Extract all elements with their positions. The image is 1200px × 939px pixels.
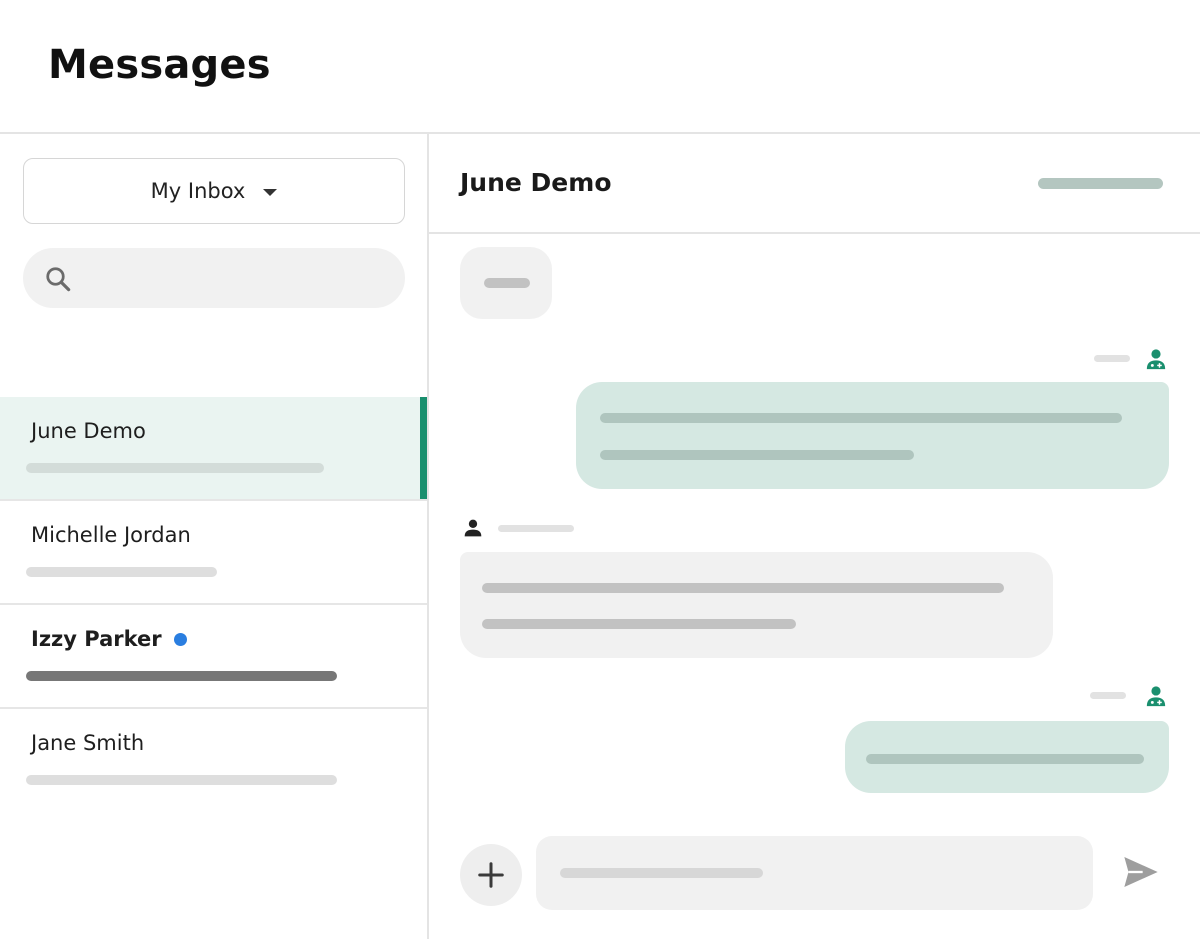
doctor-icon <box>1146 686 1166 707</box>
message-bubble-incoming <box>460 552 1053 658</box>
chat-header: June Demo <box>429 134 1200 234</box>
message-bubble-incoming <box>460 247 552 319</box>
conversation-list: June Demo Michelle Jordan Izzy Parker Ja… <box>0 397 427 813</box>
message-input[interactable] <box>536 836 1093 910</box>
message-preview-placeholder <box>26 671 337 681</box>
message-preview-placeholder <box>26 463 324 473</box>
conversation-item-michelle-jordan[interactable]: Michelle Jordan <box>0 501 427 605</box>
unread-dot-icon <box>173 632 187 646</box>
message-text-placeholder <box>866 754 1144 764</box>
message-preview-placeholder <box>26 567 217 577</box>
conversation-name: Jane Smith <box>31 731 145 755</box>
search-icon <box>46 267 71 292</box>
search-box[interactable] <box>23 248 405 308</box>
message-text-placeholder <box>600 413 1122 423</box>
message-text-placeholder <box>482 619 796 629</box>
message-timestamp-placeholder <box>498 525 574 532</box>
message-bubble-outgoing <box>845 721 1169 793</box>
conversation-item-jane-smith[interactable]: Jane Smith <box>0 709 427 813</box>
message-bubble-outgoing <box>576 382 1169 489</box>
conversation-name: June Demo <box>31 419 146 443</box>
conversation-item-june-demo[interactable]: June Demo <box>0 397 427 501</box>
page-title: Messages <box>48 42 271 88</box>
inbox-selector-label: My Inbox <box>150 179 246 203</box>
message-text-placeholder <box>482 583 1004 593</box>
conversation-name-text: Izzy Parker <box>31 627 162 651</box>
inbox-selector-button[interactable]: My Inbox <box>23 158 405 224</box>
message-timestamp-placeholder <box>1094 355 1130 362</box>
conversation-name-unread: Izzy Parker <box>31 627 187 651</box>
add-attachment-button[interactable] <box>460 844 522 906</box>
plus-icon <box>478 862 504 888</box>
chat-title: June Demo <box>460 168 612 197</box>
doctor-icon <box>1146 349 1166 370</box>
person-icon <box>464 519 482 537</box>
conversation-name: Michelle Jordan <box>31 523 191 547</box>
message-preview-placeholder <box>26 775 337 785</box>
send-icon[interactable] <box>1119 852 1163 892</box>
message-text-placeholder <box>600 450 914 460</box>
chat-status-placeholder <box>1038 178 1163 189</box>
caret-down-icon <box>263 188 278 196</box>
conversation-sidebar: My Inbox June Demo Michelle Jordan Izzy … <box>0 134 429 939</box>
conversation-item-izzy-parker[interactable]: Izzy Parker <box>0 605 427 709</box>
message-composer[interactable] <box>536 836 1093 910</box>
page-header: Messages <box>0 0 1200 134</box>
chat-panel: June Demo <box>429 134 1200 939</box>
message-text-placeholder <box>484 278 530 288</box>
message-timestamp-placeholder <box>1090 692 1126 699</box>
